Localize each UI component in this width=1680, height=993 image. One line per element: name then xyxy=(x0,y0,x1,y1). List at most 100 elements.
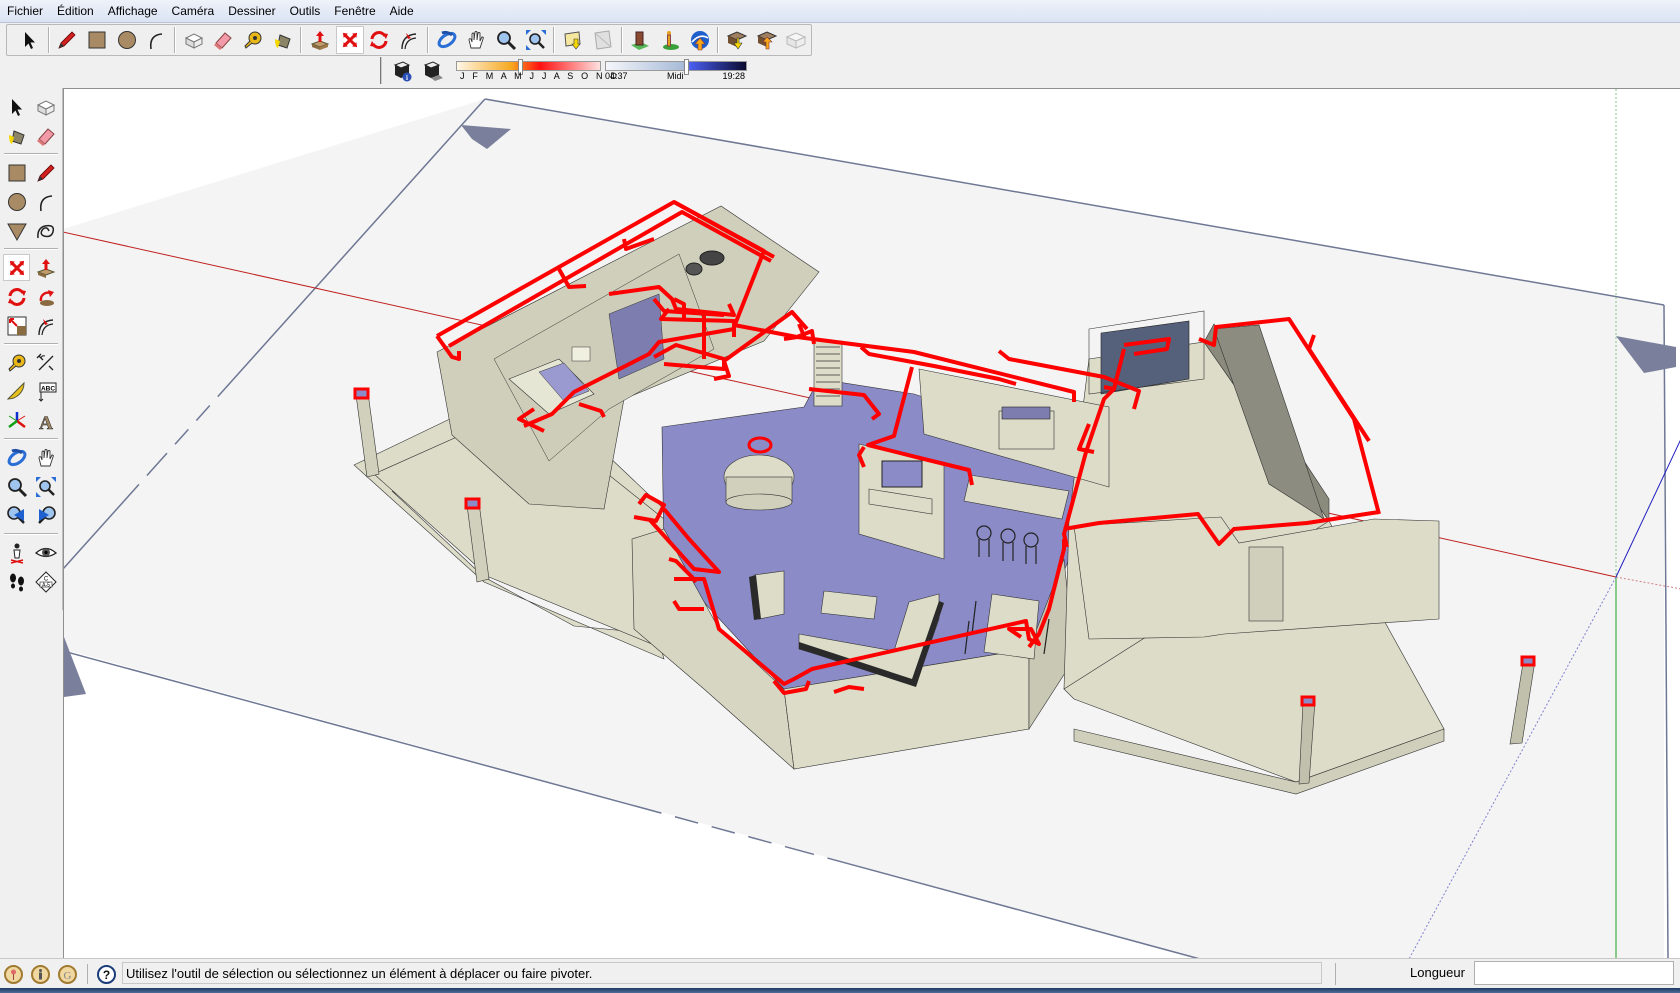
zoom-icon[interactable] xyxy=(3,473,30,500)
eraser-icon[interactable] xyxy=(32,122,59,149)
pan-icon[interactable] xyxy=(462,26,490,54)
svg-text:ABC: ABC xyxy=(40,385,54,392)
garage-entry-door xyxy=(1248,546,1284,622)
pencil-icon[interactable] xyxy=(54,26,82,54)
toggle-terrain-icon[interactable] xyxy=(589,26,617,54)
component-icon[interactable] xyxy=(783,26,811,54)
offset-icon[interactable] xyxy=(32,312,59,339)
menu-outils[interactable]: Outils xyxy=(283,0,328,22)
orbit-icon[interactable] xyxy=(3,444,30,471)
washbasin xyxy=(685,262,703,276)
dimension-icon[interactable] xyxy=(32,349,59,376)
menu-camera[interactable]: Caméra xyxy=(165,0,222,22)
arc-icon[interactable] xyxy=(32,188,59,215)
walk-icon[interactable] xyxy=(3,568,30,595)
menu-dessiner[interactable]: Dessiner xyxy=(221,0,282,22)
time-slider[interactable]: 04:37 Midi 19:28 xyxy=(605,58,747,83)
axes-icon[interactable] xyxy=(3,407,30,434)
time-slider-thumb[interactable] xyxy=(684,58,690,75)
month-slider[interactable]: J F M A M J J A S O N D xyxy=(456,58,617,83)
menu-affichage[interactable]: Affichage xyxy=(101,0,165,22)
zoom-extents-icon[interactable] xyxy=(522,26,550,54)
post-section-cut xyxy=(1300,695,1316,707)
make-component-icon[interactable] xyxy=(32,93,59,120)
zoom-window-icon[interactable] xyxy=(32,473,59,500)
shadow-settings-icon[interactable]: i xyxy=(389,57,417,85)
select-icon[interactable] xyxy=(3,93,30,120)
paint-bucket-icon[interactable] xyxy=(3,122,30,149)
google-signin-icon[interactable]: G xyxy=(58,965,77,984)
rotate-icon[interactable] xyxy=(366,26,394,54)
tape-measure-icon[interactable] xyxy=(239,26,267,54)
orbit-icon[interactable] xyxy=(433,26,461,54)
menu-aide[interactable]: Aide xyxy=(383,0,421,22)
display-shadows-icon[interactable] xyxy=(419,57,447,85)
share-model-icon[interactable] xyxy=(686,26,714,54)
push-pull-icon[interactable] xyxy=(306,26,334,54)
move-icon[interactable] xyxy=(3,254,30,281)
pencil-icon[interactable] xyxy=(32,159,59,186)
toolbar-separator xyxy=(4,533,58,535)
rectangle-icon[interactable] xyxy=(3,159,30,186)
svg-text:A: A xyxy=(39,413,53,432)
text-icon[interactable]: ABC xyxy=(32,378,59,405)
circle-icon[interactable] xyxy=(113,26,141,54)
geo-location-icon[interactable] xyxy=(4,965,23,984)
get-models-icon[interactable] xyxy=(656,26,684,54)
previous-view-icon[interactable] xyxy=(3,502,30,529)
toolbar-separator xyxy=(4,248,58,250)
circle-icon[interactable] xyxy=(3,188,30,215)
vcb-label: Longueur xyxy=(1410,965,1465,980)
menu-bar: Fichier Édition Affichage Caméra Dessine… xyxy=(0,0,1680,23)
download-component-icon[interactable] xyxy=(723,26,751,54)
menu-fenetre[interactable]: Fenêtre xyxy=(327,0,382,22)
make-component-icon[interactable] xyxy=(180,26,208,54)
zoom-icon[interactable] xyxy=(492,26,520,54)
instructor-help-icon[interactable]: ? xyxy=(97,965,116,984)
move-icon[interactable] xyxy=(336,26,364,54)
polygon-icon[interactable] xyxy=(3,217,30,244)
shadows-toolbar: i J F M A M J J A S O N D 04:37 Midi 19:… xyxy=(380,57,747,85)
post-section-cut xyxy=(464,497,481,510)
menu-edition[interactable]: Édition xyxy=(50,0,101,22)
get-current-view-icon[interactable] xyxy=(559,26,587,54)
freehand-icon[interactable] xyxy=(32,217,59,244)
tape-measure-icon[interactable] xyxy=(3,349,30,376)
section-plane-edge xyxy=(1663,304,1669,959)
rotate-icon[interactable] xyxy=(3,283,30,310)
pan-icon[interactable] xyxy=(32,444,59,471)
svg-text:?: ? xyxy=(103,968,110,982)
select-icon[interactable] xyxy=(16,26,44,54)
share-component-icon[interactable] xyxy=(753,26,781,54)
look-around-icon[interactable] xyxy=(32,539,59,566)
arc-icon[interactable] xyxy=(142,26,170,54)
follow-me-icon[interactable] xyxy=(32,283,59,310)
follow-me-icon[interactable] xyxy=(395,26,423,54)
round-table-bottom xyxy=(725,493,793,511)
measurements-input[interactable] xyxy=(1474,961,1674,985)
toolbar-separator xyxy=(47,27,50,53)
rectangle-icon[interactable] xyxy=(83,26,111,54)
month-slider-track xyxy=(456,60,601,71)
model-view xyxy=(64,89,1680,959)
drawing-area[interactable] xyxy=(63,88,1680,959)
time-start-label: 04:37 xyxy=(605,70,628,81)
menu-fichier[interactable]: Fichier xyxy=(0,0,50,22)
status-bar: G ? Utilisez l'outil de sélection ou sél… xyxy=(0,958,1680,989)
eraser-icon[interactable] xyxy=(210,26,238,54)
windows-taskbar xyxy=(0,988,1680,993)
months-label: J F M A M J J A S O N D xyxy=(460,70,620,81)
place-model-icon[interactable] xyxy=(627,26,655,54)
next-view-icon[interactable] xyxy=(32,502,59,529)
toolbar-separator xyxy=(426,27,429,53)
push-pull-icon[interactable] xyxy=(32,254,59,281)
section-plane-icon[interactable]: C A-5 xyxy=(32,568,59,595)
3d-text-icon[interactable]: A xyxy=(32,407,59,434)
protractor-icon[interactable] xyxy=(3,378,30,405)
scale-icon[interactable] xyxy=(3,312,30,339)
svg-text:A-5: A-5 xyxy=(42,582,50,588)
position-camera-icon[interactable] xyxy=(3,539,30,566)
paint-bucket-icon[interactable] xyxy=(269,26,297,54)
credits-icon[interactable] xyxy=(31,965,50,984)
time-end-label: 19:28 xyxy=(722,70,745,81)
